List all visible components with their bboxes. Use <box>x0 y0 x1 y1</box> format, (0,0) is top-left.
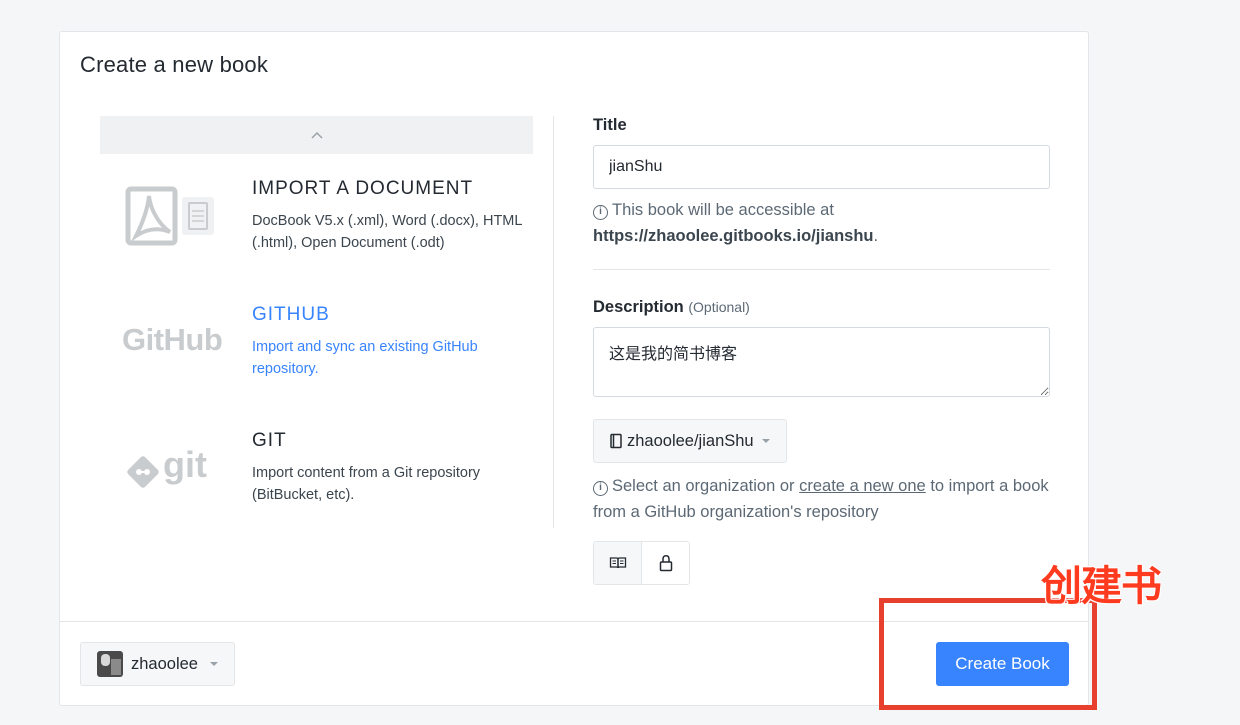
url-hint-suffix: . <box>873 227 879 245</box>
source-description: DocBook V5.x (.xml), Word (.docx), HTML … <box>252 213 522 251</box>
description-label-text: Description <box>593 298 684 316</box>
account-name: zhaoolee <box>131 654 198 673</box>
url-hint: i This book will be accessible at https:/… <box>593 197 1053 249</box>
info-icon: i <box>593 205 608 220</box>
org-hint: i Select an organization or create a new … <box>593 473 1053 525</box>
title-label: Title <box>593 116 627 134</box>
source-description: Import content from a Git repository (Bi… <box>252 465 481 503</box>
account-select[interactable]: zhaoolee <box>80 642 235 686</box>
github-logo-text: GitHub <box>122 322 223 357</box>
description-input[interactable]: 这是我的简书博客 <box>593 327 1050 397</box>
create-org-link[interactable]: create a new one <box>799 477 926 495</box>
github-logo: GitHub <box>118 314 228 384</box>
lock-icon <box>659 555 672 572</box>
public-toggle-button[interactable] <box>594 542 642 584</box>
pdf-doc-icon <box>118 182 228 252</box>
source-title: IMPORT A DOCUMENT <box>252 178 474 199</box>
source-title: GIT <box>252 430 287 451</box>
book-url: https://zhaoolee.gitbooks.io/jianshu <box>593 227 874 245</box>
optional-tag: (Optional) <box>688 299 750 315</box>
title-input[interactable] <box>593 145 1050 189</box>
annotation-highlight-box <box>879 598 1097 710</box>
git-logo-text: git <box>163 444 207 485</box>
git-diamond-icon <box>127 456 159 488</box>
import-sources-list: IMPORT A DOCUMENT DocBook V5.x (.xml), W… <box>100 116 533 528</box>
visibility-toggle <box>593 541 690 585</box>
source-import-document[interactable]: IMPORT A DOCUMENT DocBook V5.x (.xml), W… <box>100 178 533 278</box>
book-form: Title i This book will be accessible at h… <box>593 116 1053 585</box>
repo-select-value: zhaoolee/jianShu <box>627 431 754 450</box>
private-toggle-button[interactable] <box>642 542 689 584</box>
repo-icon <box>610 433 622 449</box>
repo-select[interactable]: zhaoolee/jianShu <box>593 419 787 463</box>
form-divider <box>593 269 1050 270</box>
description-label: Description (Optional) <box>593 298 1053 317</box>
chevron-down-icon <box>761 439 770 443</box>
chevron-up-icon <box>310 131 323 139</box>
chevron-down-icon <box>209 662 218 666</box>
source-title: GITHUB <box>252 304 330 325</box>
avatar <box>97 651 123 677</box>
column-divider <box>553 116 554 528</box>
annotation-label: 创建书 <box>1041 562 1162 610</box>
dialog-title: Create a new book <box>80 52 269 77</box>
source-github[interactable]: GitHub GITHUB Import and sync an existin… <box>100 304 533 404</box>
source-description: Import and sync an existing GitHub repos… <box>252 339 478 377</box>
scroll-up-button[interactable] <box>100 116 533 154</box>
git-logo: git <box>118 436 228 506</box>
open-book-icon <box>609 557 626 569</box>
info-icon: i <box>593 481 608 496</box>
source-git[interactable]: git GIT Import content from a Git reposi… <box>100 430 533 530</box>
org-hint-text: Select an organization or <box>612 477 795 495</box>
url-hint-text: This book will be accessible at <box>612 201 834 219</box>
